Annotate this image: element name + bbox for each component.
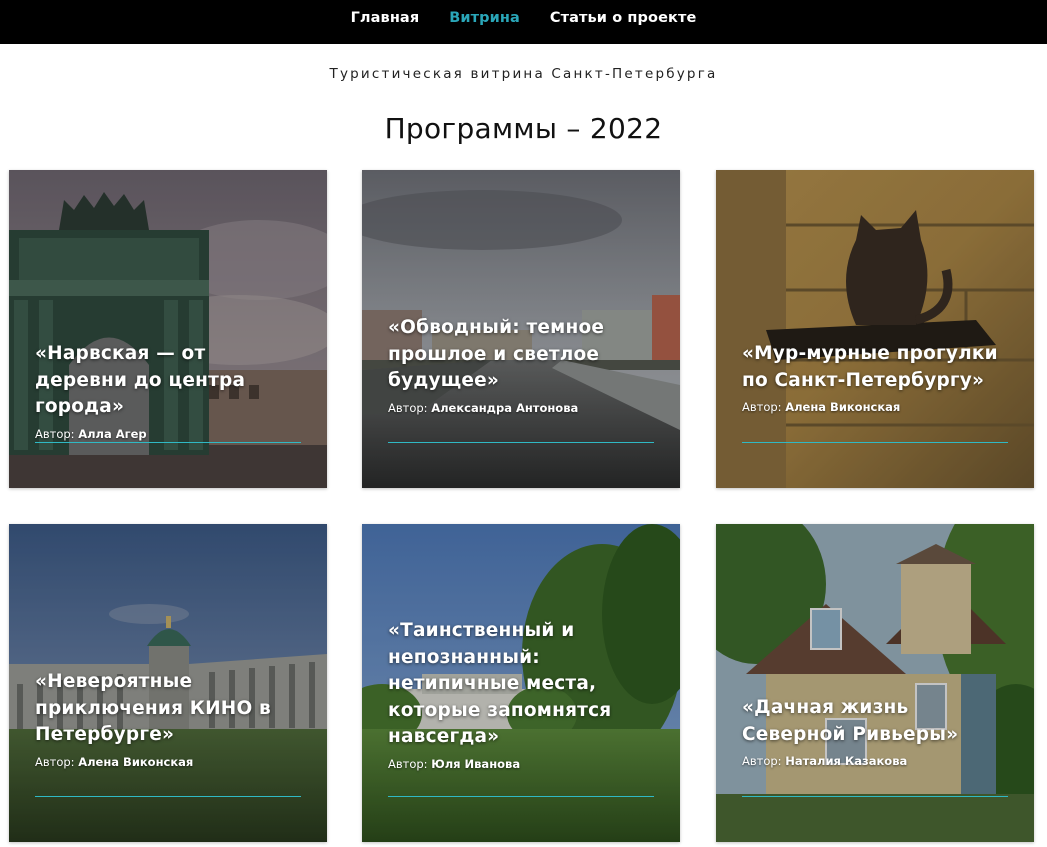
card-content: «Обводный: темное прошлое и светлое буду… (388, 315, 654, 415)
top-navigation: Главная Витрина Статьи о проекте (0, 0, 1047, 44)
nav-item-showcase[interactable]: Витрина (449, 10, 520, 26)
card-accent-rule (742, 796, 1008, 797)
card-accent-rule (35, 796, 301, 797)
card-accent-rule (388, 796, 654, 797)
author-name: Александра Антонова (431, 400, 579, 415)
program-card-kino[interactable]: «Невероятные приключения КИНО в Петербур… (9, 524, 327, 842)
card-title[interactable]: «Дачная жизнь Северной Ривьеры» (742, 695, 972, 748)
program-card-mur-murnye[interactable]: «Мур-мурные прогулки по Санкт-Петербургу… (716, 170, 1034, 488)
nav-item-home[interactable]: Главная (351, 10, 420, 26)
card-content: «Мур-мурные прогулки по Санкт-Петербургу… (742, 341, 1008, 414)
author-prefix: Автор: (35, 754, 75, 769)
author-name: Алена Виконская (78, 754, 194, 769)
card-content: «Таинственный и непознанный: нетипичные … (388, 618, 654, 771)
author-name: Юля Иванова (431, 756, 521, 771)
program-card-dachnaya-zhizn[interactable]: «Дачная жизнь Северной Ривьеры» Автор: Н… (716, 524, 1034, 842)
program-card-tainstvenny[interactable]: «Таинственный и непознанный: нетипичные … (362, 524, 680, 842)
card-author: Автор: Наталия Казакова (742, 754, 1008, 768)
author-name: Алена Виконская (785, 400, 901, 414)
program-card-narvskaya[interactable]: «Нарвская — от деревни до центра города»… (9, 170, 327, 488)
card-author: Автор: Александра Антонова (388, 401, 654, 415)
card-title[interactable]: «Обводный: темное прошлое и светлое буду… (388, 315, 654, 395)
author-name: Наталия Казакова (785, 754, 908, 768)
card-title[interactable]: «Таинственный и непознанный: нетипичные … (388, 618, 618, 751)
card-author: Автор: Алена Виконская (35, 755, 301, 769)
card-accent-rule (388, 442, 654, 443)
author-name: Алла Агер (78, 426, 147, 441)
card-content: «Дачная жизнь Северной Ривьеры» Автор: Н… (742, 695, 1008, 768)
card-author: Автор: Алла Агер (35, 427, 301, 441)
author-prefix: Автор: (388, 756, 428, 771)
program-card-obvodny[interactable]: «Обводный: темное прошлое и светлое буду… (362, 170, 680, 488)
card-content: «Невероятные приключения КИНО в Петербур… (35, 669, 301, 769)
card-content: «Нарвская — от деревни до центра города»… (35, 341, 301, 441)
author-prefix: Автор: (35, 426, 75, 441)
card-accent-rule (742, 442, 1008, 443)
card-title[interactable]: «Мур-мурные прогулки по Санкт-Петербургу… (742, 341, 1008, 394)
site-subtitle: Туристическая витрина Санкт-Петербурга (329, 66, 718, 82)
card-author: Автор: Алена Виконская (742, 400, 1008, 414)
card-title[interactable]: «Нарвская — от деревни до центра города» (35, 341, 301, 421)
card-overlay (716, 170, 1034, 488)
card-title[interactable]: «Невероятные приключения КИНО в Петербур… (35, 669, 301, 749)
nav-item-articles[interactable]: Статьи о проекте (550, 10, 697, 26)
author-prefix: Автор: (742, 400, 782, 414)
card-overlay (716, 524, 1034, 842)
card-accent-rule (35, 442, 301, 443)
author-prefix: Автор: (742, 754, 782, 768)
page-title: Программы – 2022 (384, 112, 663, 145)
card-author: Автор: Юля Иванова (388, 757, 654, 771)
author-prefix: Автор: (388, 400, 428, 415)
